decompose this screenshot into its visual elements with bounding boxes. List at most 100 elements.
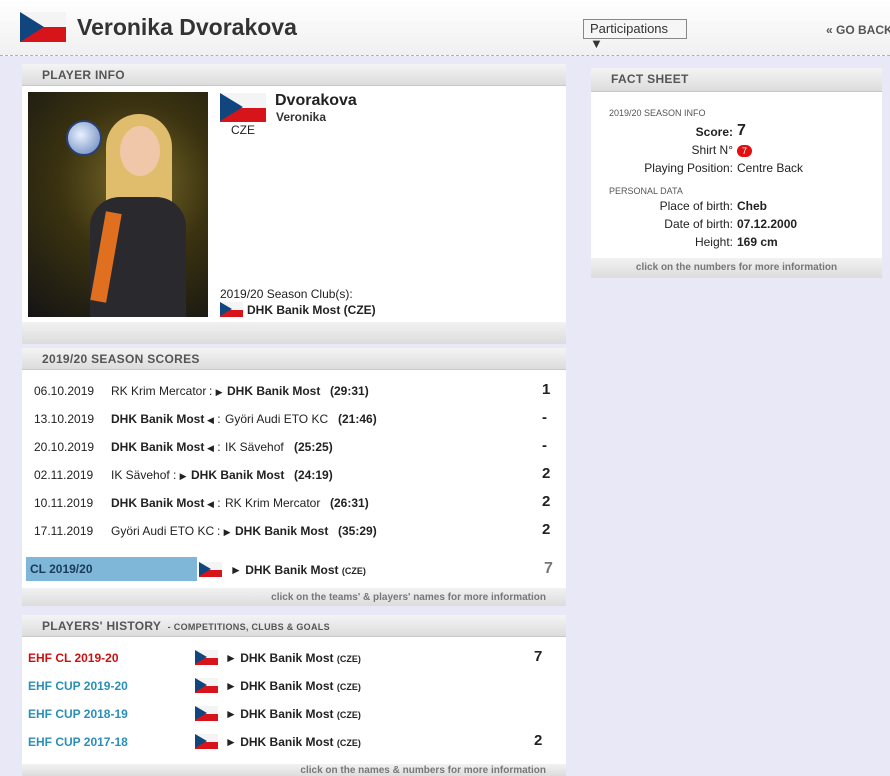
match-separator: : ▶ <box>217 524 231 538</box>
match-away-team[interactable]: Györi Audi ETO KC <box>225 412 328 426</box>
triangle-right-icon: ▶ <box>215 387 223 397</box>
fact-sheet-panel: FACT SHEET 2019/20 SEASON INFO Score: 7 … <box>591 68 882 278</box>
season-club-name[interactable]: DHK Banik Most (CZE) <box>247 303 376 317</box>
match-goals[interactable]: 1 <box>542 381 550 398</box>
triangle-right-icon: ▶ <box>179 471 187 481</box>
history-club[interactable]: ► DHK Banik Most (CZE) <box>225 707 361 721</box>
history-club-name[interactable]: ► DHK Banik Most <box>225 651 334 665</box>
history-row: EHF CUP 2018-19 ► DHK Banik Most (CZE) <box>22 699 566 727</box>
competition-club-name[interactable]: ► DHK Banik Most <box>230 563 339 577</box>
history-club[interactable]: ► DHK Banik Most (CZE) <box>225 651 361 665</box>
match-away-team[interactable]: DHK Banik Most <box>227 384 320 398</box>
match-away-team[interactable]: DHK Banik Most <box>235 524 328 538</box>
season-info-label: 2019/20 SEASON INFO <box>609 108 706 118</box>
match-score: (29:31) <box>330 384 369 398</box>
player-info-footer <box>22 322 566 344</box>
shirt-label: Shirt N° <box>691 143 733 157</box>
competition-club[interactable]: ► DHK Banik Most (CZE) <box>230 563 366 577</box>
history-club-name[interactable]: ► DHK Banik Most <box>225 679 334 693</box>
history-goals[interactable]: 2 <box>534 732 542 749</box>
triangle-right-icon: ▶ <box>223 527 231 537</box>
history-competition[interactable]: EHF CUP 2019-20 <box>28 679 128 693</box>
competition-goals[interactable]: 7 <box>544 560 553 578</box>
height-value: 169 cm <box>737 235 778 249</box>
height-label: Height: <box>694 235 733 249</box>
match-goals[interactable]: - <box>542 409 547 426</box>
score-label: Score: <box>695 125 733 139</box>
match-home-team[interactable]: DHK Banik Most <box>111 496 204 510</box>
match-date: 10.11.2019 <box>34 496 94 510</box>
history-competition[interactable]: EHF CL 2019-20 <box>28 651 119 665</box>
match-home-team[interactable]: RK Krim Mercator <box>111 384 206 398</box>
match-row: 17.11.2019 Györi Audi ETO KC : ▶ DHK Banik… <box>22 516 566 544</box>
top-bar: Veronika Dvorakova Participations ▼ « GO… <box>0 0 890 56</box>
player-photo <box>28 92 208 317</box>
history-panel: PLAYERS' HISTORY - COMPETITIONS, CLUBS &… <box>22 615 566 776</box>
season-scores-panel: 2019/20 SEASON SCORES 06.10.2019 RK Krim … <box>22 348 566 606</box>
match-home-team[interactable]: IK Sävehof <box>111 468 170 482</box>
match-row: 02.11.2019 IK Sävehof : ▶ DHK Banik Most (2… <box>22 460 566 488</box>
history-competition[interactable]: EHF CUP 2017-18 <box>28 735 128 749</box>
history-club[interactable]: ► DHK Banik Most (CZE) <box>225 735 361 749</box>
czech-flag-icon <box>220 93 266 122</box>
competition-label[interactable]: CL 2019/20 <box>26 557 197 581</box>
history-competition[interactable]: EHF CUP 2018-19 <box>28 707 128 721</box>
position-value: Centre Back <box>737 161 804 175</box>
history-row: EHF CUP 2019-20 ► DHK Banik Most (CZE) <box>22 671 566 699</box>
match-score: (21:46) <box>338 412 377 426</box>
czech-flag-icon <box>20 12 66 42</box>
match-home-team[interactable]: Györi Audi ETO KC <box>111 524 214 538</box>
history-goals[interactable]: 7 <box>534 648 542 665</box>
czech-flag-icon <box>195 734 218 749</box>
match-away-team[interactable]: RK Krim Mercator <box>225 496 320 510</box>
match-date: 17.11.2019 <box>34 524 94 538</box>
match-away-team[interactable]: DHK Banik Most <box>191 468 284 482</box>
birthplace-value: Cheb <box>737 199 767 213</box>
match-separator: ◀ : <box>207 440 221 454</box>
czech-flag-icon <box>220 302 243 317</box>
history-club-name[interactable]: ► DHK Banik Most <box>225 707 334 721</box>
fact-sheet-footer: click on the numbers for more informatio… <box>591 258 882 278</box>
match-goals[interactable]: 2 <box>542 465 550 482</box>
match-goals[interactable]: 2 <box>542 521 550 538</box>
player-info-panel: PLAYER INFO CZE Dvorakova Veronika 2019/… <box>22 64 566 344</box>
fact-sheet-title: FACT SHEET <box>591 68 882 92</box>
season-club[interactable]: DHK Banik Most (CZE) <box>220 302 376 317</box>
match-separator: ◀ : <box>207 412 221 426</box>
history-country: (CZE) <box>336 738 361 748</box>
player-info-title: PLAYER INFO <box>22 64 566 86</box>
history-footer: click on the names & numbers for more in… <box>22 764 566 776</box>
history-country: (CZE) <box>336 654 361 664</box>
player-first-name: Veronika <box>276 110 327 124</box>
score-value[interactable]: 7 <box>737 122 746 140</box>
go-back-link[interactable]: « GO BACK <box>826 23 890 37</box>
history-club-name[interactable]: ► DHK Banik Most <box>225 735 334 749</box>
player-last-name: Dvorakova <box>275 92 357 109</box>
match-row: 06.10.2019 RK Krim Mercator : ▶ DHK Banik … <box>22 376 566 404</box>
match-home-team[interactable]: DHK Banik Most <box>111 412 204 426</box>
shirt-number-badge: 7 <box>737 145 753 157</box>
match-goals[interactable]: - <box>542 437 547 454</box>
competition-row: CL 2019/20 ► DHK Banik Most (CZE) 7 <box>22 554 566 584</box>
season-scores-title: 2019/20 SEASON SCORES <box>22 348 566 370</box>
player-country: CZE <box>231 123 255 137</box>
czech-flag-icon <box>195 706 218 721</box>
triangle-left-icon: ◀ <box>207 499 214 509</box>
match-row: 20.10.2019 DHK Banik Most ◀ : IK Sävehof (25… <box>22 432 566 460</box>
personal-data-label: PERSONAL DATA <box>609 186 683 196</box>
history-title-text: PLAYERS' HISTORY <box>42 619 162 633</box>
match-score: (26:31) <box>330 496 369 510</box>
match-goals[interactable]: 2 <box>542 493 550 510</box>
match-separator: ◀ : <box>207 496 221 510</box>
dob-value: 07.12.2000 <box>737 217 798 231</box>
match-away-team[interactable]: IK Sävehof <box>225 440 284 454</box>
match-home-team[interactable]: DHK Banik Most <box>111 440 204 454</box>
czech-flag-icon <box>199 562 222 577</box>
participations-dropdown[interactable]: Participations ▼ <box>583 19 687 51</box>
dob-label: Date of birth: <box>664 217 733 231</box>
match-separator: : ▶ <box>209 384 223 398</box>
match-score: (24:19) <box>294 468 333 482</box>
match-date: 06.10.2019 <box>34 384 95 398</box>
match-date: 13.10.2019 <box>34 412 95 426</box>
history-club[interactable]: ► DHK Banik Most (CZE) <box>225 679 361 693</box>
